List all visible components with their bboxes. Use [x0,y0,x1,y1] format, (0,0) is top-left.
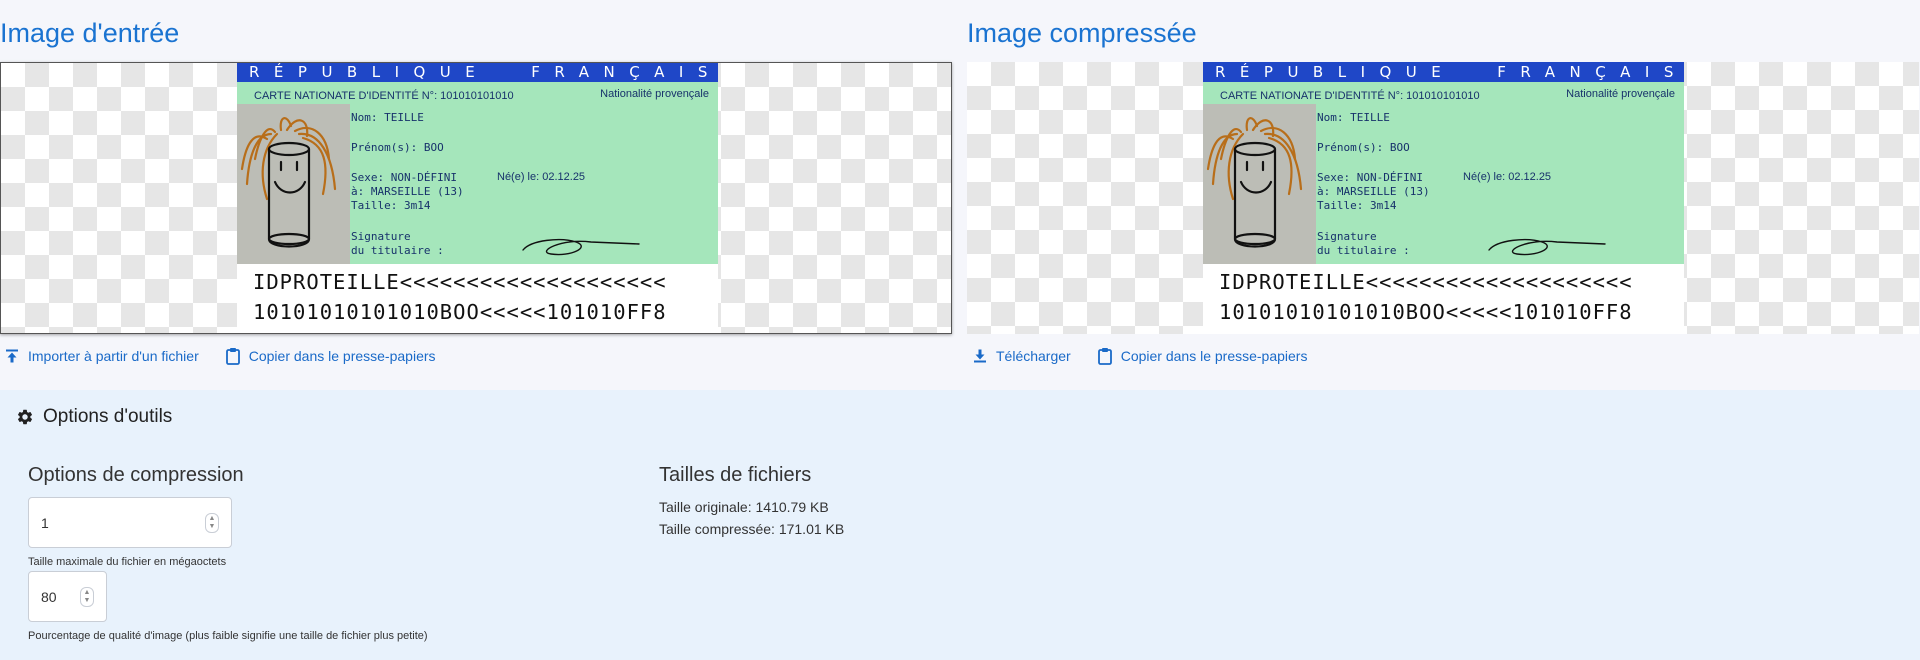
card-mrz-line-2: 10101010101010BOO<<<<<101010FF8 [1219,300,1633,324]
quality-helper: Pourcentage de qualité d'image (plus fai… [28,630,428,642]
card-field-prenoms: Prénom(s): BOO [1317,141,1410,154]
card-band: RÉPUBLIQUE FRANÇAISE [1203,62,1697,82]
signature-icon [522,238,640,256]
spinner-down-icon: ▼ [83,596,91,604]
card-field-nom: Nom: TEILLE [1317,111,1390,124]
compressed-size-text: Taille compressée: 171.01 KB [659,521,845,537]
card-green-area: CARTE NATIONATE D'IDENTITÉ N°: 101010101… [237,82,718,264]
card-field-signature-2: du titulaire : [351,244,444,257]
card-band-word-1: RÉPUBLIQUE [1215,63,1456,81]
card-band: RÉPUBLIQUE FRANÇAISE [237,63,731,82]
card-field-sexe: Sexe: NON-DÉFINI [351,171,457,184]
card-nationality: Nationalité provençale [600,88,709,100]
max-file-size-input[interactable]: 1 ▲ ▼ [28,497,232,548]
card-band-word-2: FRANÇAISE [1497,63,1712,81]
card-green-area: CARTE NATIONATE D'IDENTITÉ N°: 101010101… [1203,82,1684,264]
input-image-title: Image d'entrée [0,18,180,48]
card-field-lieu: à: MARSEILLE (13) [351,185,464,198]
copy-input-label: Copier dans le presse-papiers [248,348,436,364]
quality-input[interactable]: 80 ▲ ▼ [28,571,107,622]
card-field-birthdate: Né(e) le: 02.12.25 [497,171,586,183]
file-sizes-title: Tailles de fichiers [659,464,812,486]
upload-icon [6,349,18,363]
card-field-signature-1: Signature [351,230,411,243]
card-field-signature-2: du titulaire : [1317,244,1410,257]
card-band-word-1: RÉPUBLIQUE [249,63,490,81]
card-field-taille: Taille: 3m14 [1317,199,1397,212]
card-field-taille: Taille: 3m14 [351,199,431,212]
clipboard-icon [225,348,240,365]
card-field-nom: Nom: TEILLE [351,111,424,124]
copy-output-label: Copier dans le presse-papiers [1120,348,1308,364]
tool-options-panel: Options d'outils Options de compression … [0,390,1920,660]
signature-icon [1488,238,1606,256]
spinner-down-icon: ▼ [208,522,216,530]
card-header: CARTE NATIONATE D'IDENTITÉ N°: 101010101… [254,90,514,102]
card-field-birthdate: Né(e) le: 02.12.25 [1463,171,1552,183]
quality-value: 80 [41,588,57,605]
card-mrz-line-2: 10101010101010BOO<<<<<101010FF8 [253,300,667,324]
card-band-word-2: FRANÇAISE [531,63,746,81]
output-image-viewer[interactable]: RÉPUBLIQUE FRANÇAISE CARTE NATIONATE D'I… [967,62,1919,334]
compression-options-title: Options de compression [28,464,244,486]
card-field-lieu: à: MARSEILLE (13) [1317,185,1430,198]
copy-input-button[interactable]: Copier dans le presse-papiers [225,347,436,365]
card-photo [237,104,350,264]
output-image-title: Image compressée [967,18,1197,48]
clipboard-icon [1097,348,1112,365]
card-mrz-line-1: IDPROTEILLE<<<<<<<<<<<<<<<<<<<< [1219,270,1633,294]
max-file-size-helper: Taille maximale du fichier en mégaoctets [28,556,227,568]
card-photo [1203,104,1316,264]
card-header: CARTE NATIONATE D'IDENTITÉ N°: 101010101… [1220,90,1480,102]
output-actions: Télécharger Copier dans le presse-papier… [972,347,1307,365]
card-field-sexe: Sexe: NON-DÉFINI [1317,171,1423,184]
original-size-text: Taille originale: 1410.79 KB [659,499,829,515]
tool-options-title: Options d'outils [43,406,173,427]
input-image-viewer[interactable]: RÉPUBLIQUE FRANÇAISE CARTE NATIONATE D'I… [0,62,952,334]
max-file-size-value: 1 [41,514,49,531]
import-file-button[interactable]: Importer à partir d'un fichier [4,348,199,364]
quality-spinner[interactable]: ▲ ▼ [80,586,94,607]
download-label: Télécharger [996,348,1071,364]
spinner-up-icon: ▲ [208,514,216,522]
gear-icon [17,409,33,425]
max-file-size-spinner[interactable]: ▲ ▼ [205,512,219,533]
copy-output-button[interactable]: Copier dans le presse-papiers [1097,347,1308,365]
id-card-image-compressed: RÉPUBLIQUE FRANÇAISE CARTE NATIONATE D'I… [1203,62,1697,334]
portrait-drawing-icon [1206,117,1303,248]
card-nationality: Nationalité provençale [1566,88,1675,100]
card-field-prenoms: Prénom(s): BOO [351,141,444,154]
card-mrz-line-1: IDPROTEILLE<<<<<<<<<<<<<<<<<<<< [253,270,667,294]
portrait-drawing-icon [240,117,337,248]
download-icon [974,349,986,363]
id-card-image: RÉPUBLIQUE FRANÇAISE CARTE NATIONATE D'I… [237,63,731,333]
spinner-up-icon: ▲ [83,588,91,596]
import-file-label: Importer à partir d'un fichier [28,348,199,364]
download-button[interactable]: Télécharger [972,348,1071,364]
card-field-signature-1: Signature [1317,230,1377,243]
tool-options-header: Options d'outils [16,406,172,428]
input-actions: Importer à partir d'un fichier Copier da… [4,347,436,365]
